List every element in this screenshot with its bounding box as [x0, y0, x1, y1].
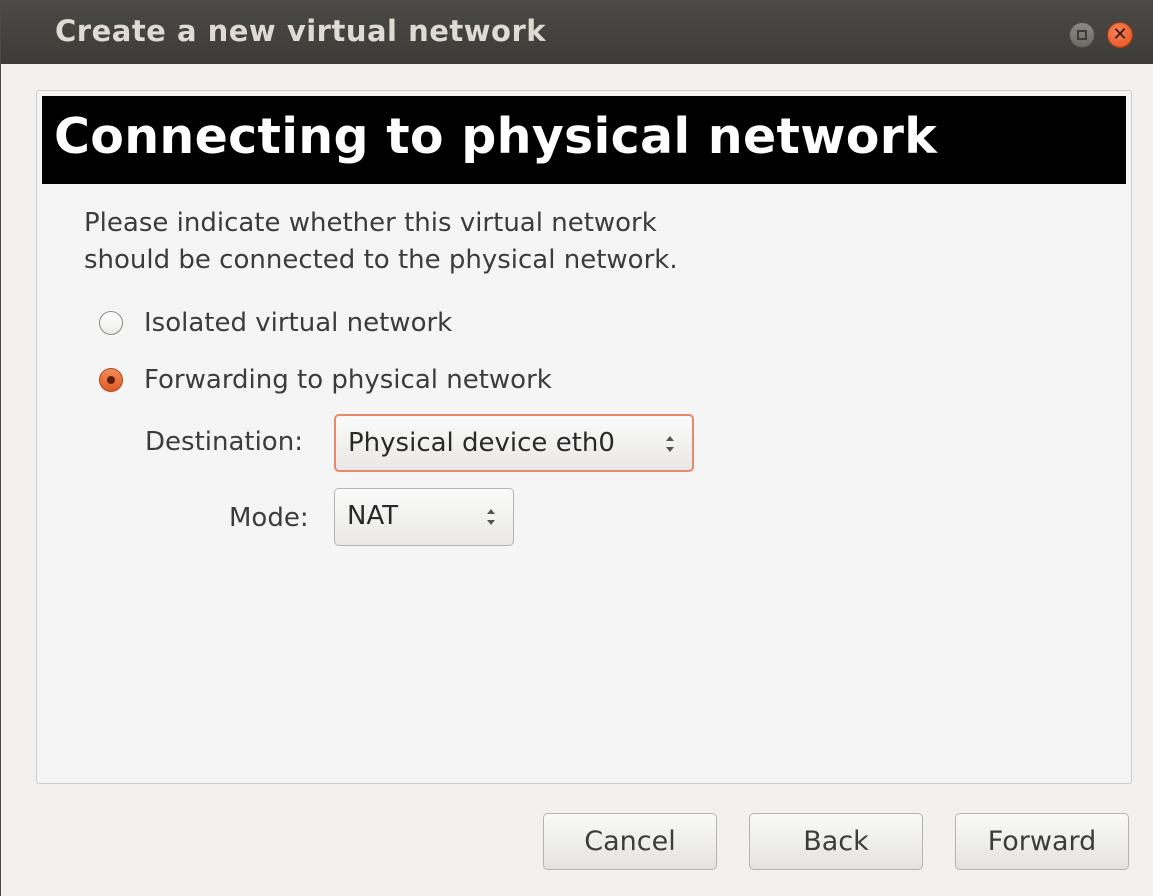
page-title: Connecting to physical network: [54, 108, 938, 165]
description-text: Please indicate whether this virtual net…: [84, 208, 678, 275]
radio-button-unchecked[interactable]: [99, 311, 123, 335]
content-panel: Connecting to physical network Please in…: [36, 90, 1132, 784]
mode-label: Mode:: [229, 503, 309, 533]
back-button[interactable]: Back: [749, 813, 923, 870]
forward-button[interactable]: Forward: [955, 813, 1129, 870]
updown-arrows-icon: [485, 503, 497, 531]
destination-label: Destination:: [145, 427, 303, 457]
cancel-button[interactable]: Cancel: [543, 813, 717, 870]
maximize-button[interactable]: [1069, 22, 1095, 48]
radio-forwarding-label: Forwarding to physical network: [144, 365, 552, 395]
radio-isolated-label: Isolated virtual network: [144, 308, 453, 338]
radio-forwarding[interactable]: Forwarding to physical network: [99, 362, 552, 398]
dialog-window: Create a new virtual network ✕ Connectin…: [0, 0, 1153, 896]
destination-combo[interactable]: Physical device eth0: [334, 414, 694, 472]
window-title: Create a new virtual network: [55, 14, 547, 48]
close-button[interactable]: ✕: [1107, 22, 1133, 48]
updown-arrows-icon: [664, 430, 676, 458]
mode-combo[interactable]: NAT: [334, 488, 514, 546]
page-banner: Connecting to physical network: [42, 96, 1126, 184]
maximize-icon: [1077, 30, 1087, 40]
destination-value: Physical device eth0: [348, 428, 615, 458]
title-bar[interactable]: Create a new virtual network ✕: [1, 0, 1153, 64]
radio-isolated[interactable]: Isolated virtual network: [99, 305, 452, 341]
mode-value: NAT: [347, 501, 399, 531]
close-icon: ✕: [1112, 24, 1128, 45]
radio-button-checked[interactable]: [99, 368, 123, 392]
